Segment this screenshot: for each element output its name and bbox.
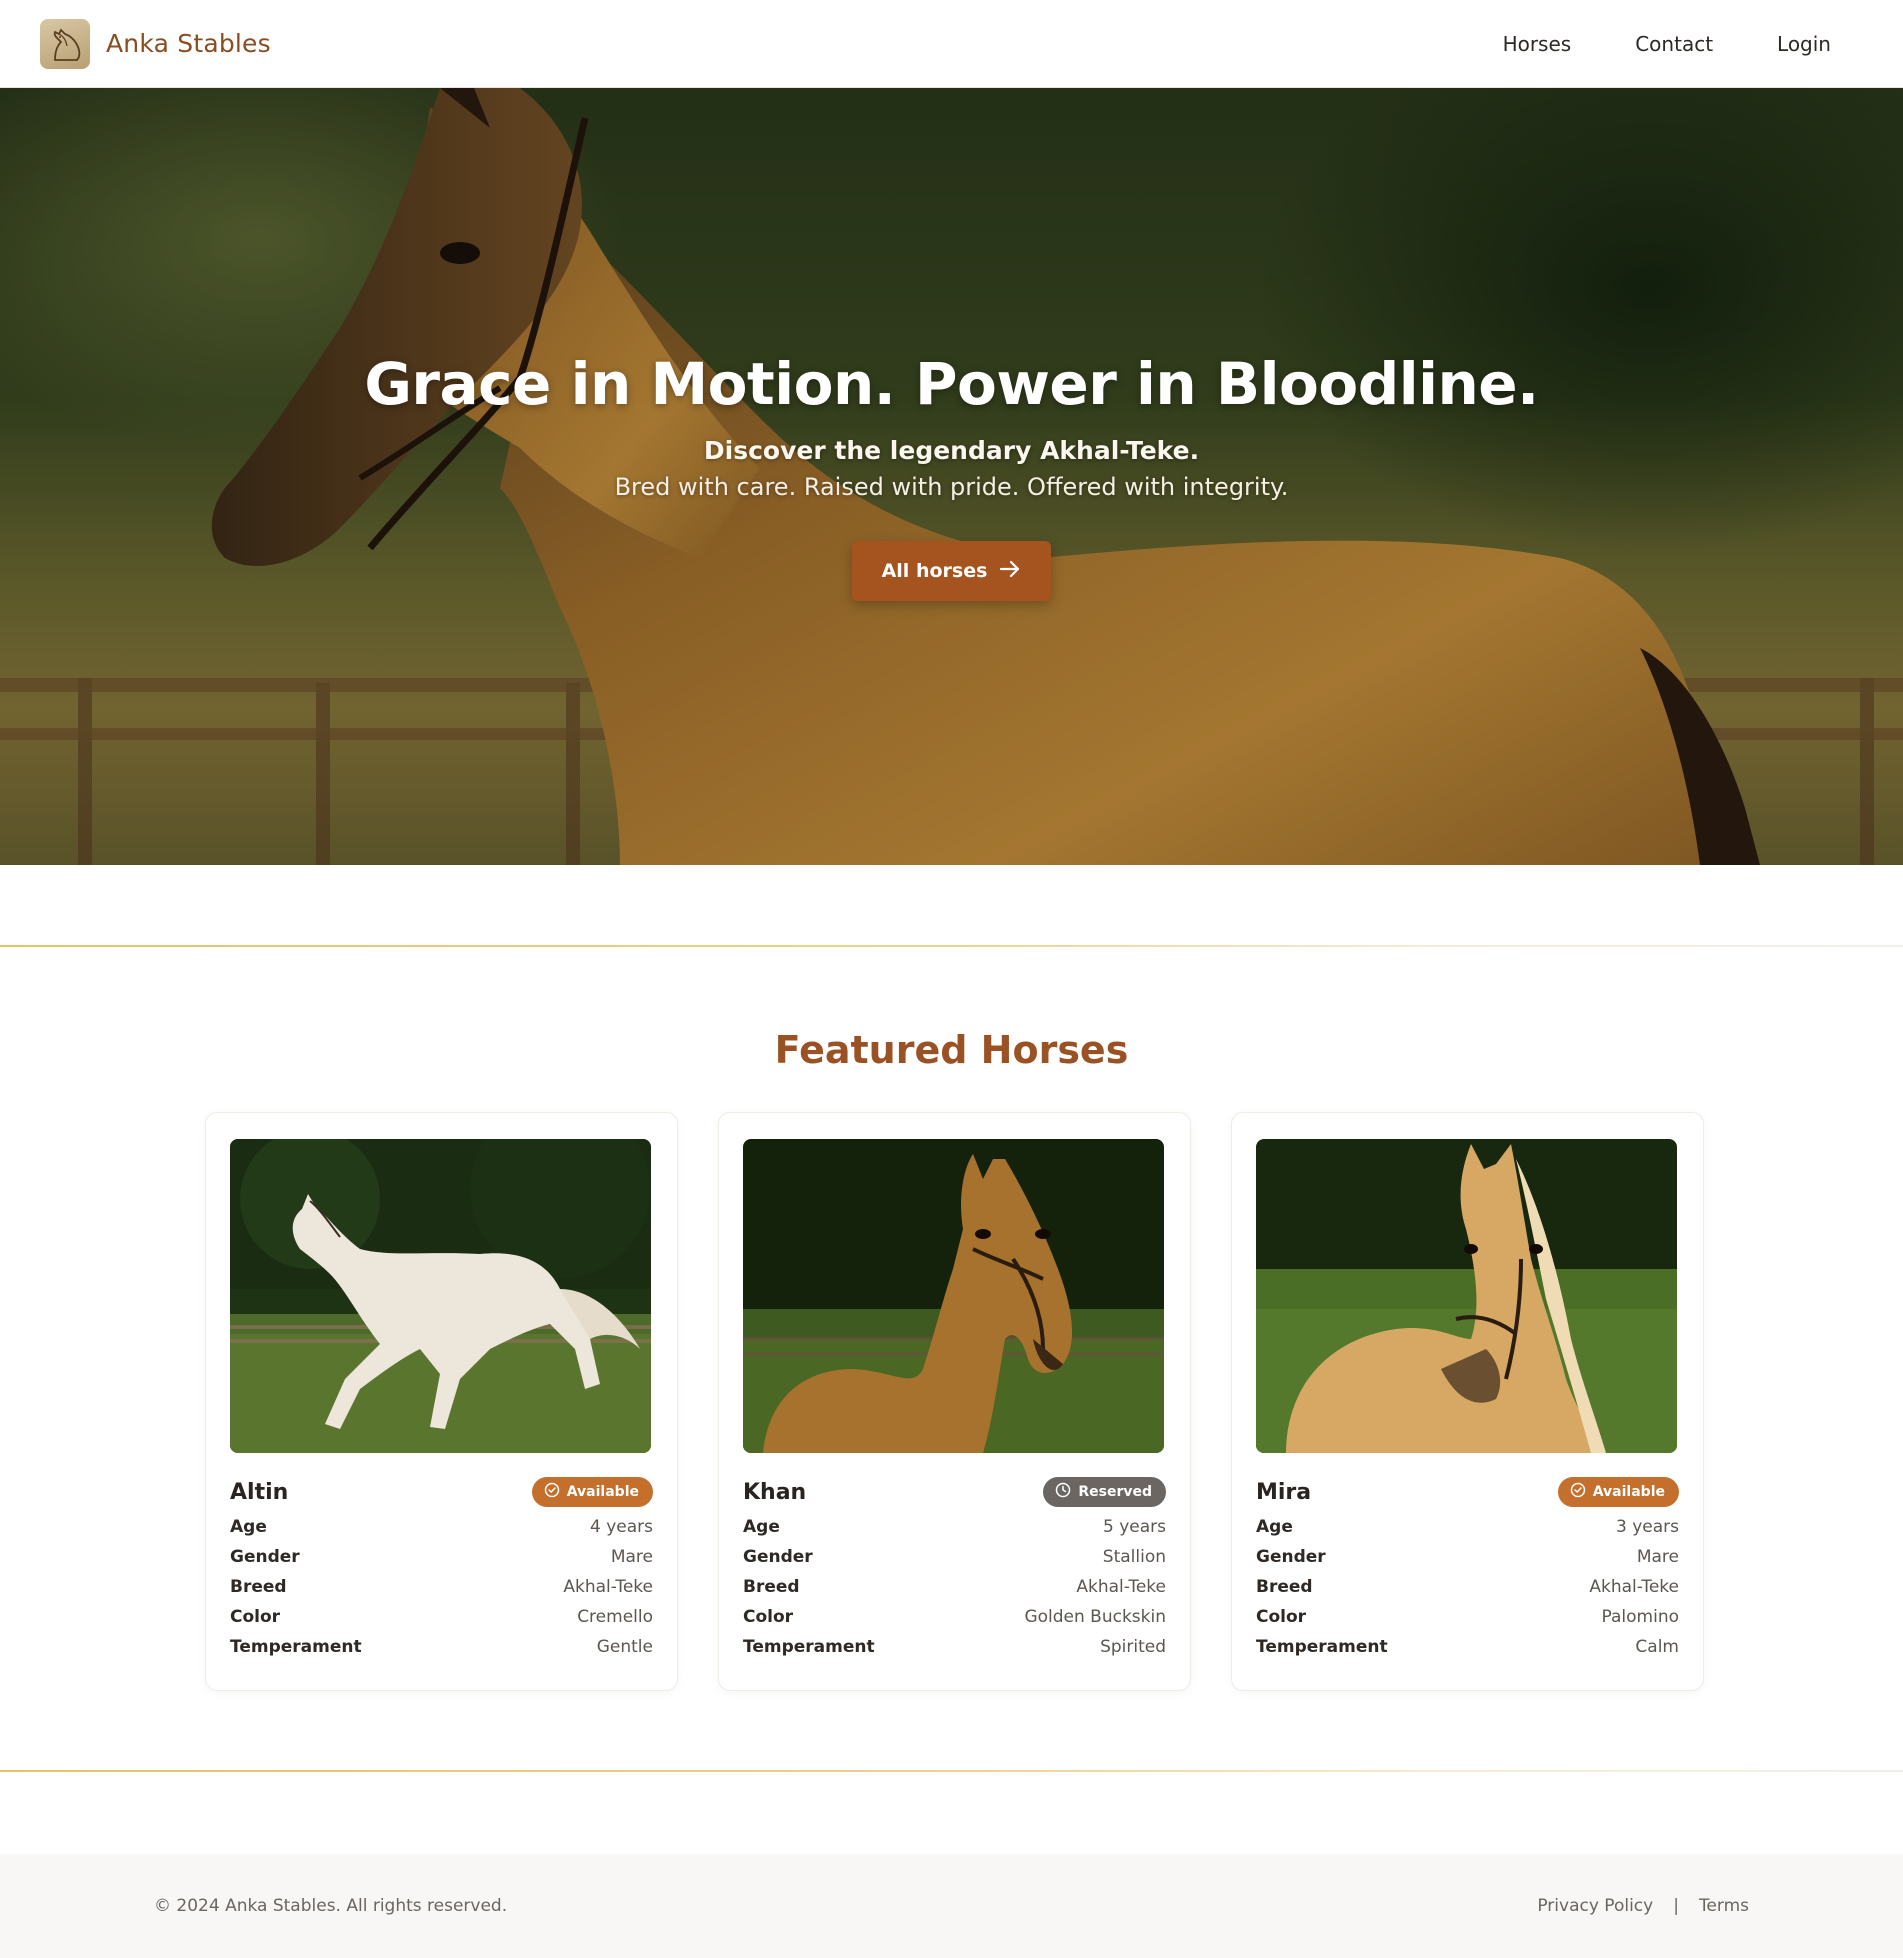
spec-label-breed: Breed	[230, 1577, 287, 1597]
brand[interactable]: Anka Stables	[40, 18, 271, 69]
spec-value-age: 5 years	[1102, 1517, 1166, 1537]
featured-title: Featured Horses	[774, 1028, 1129, 1072]
spec-value-breed: Akhal-Teke	[563, 1577, 653, 1597]
spec-value-temperament: Calm	[1635, 1637, 1679, 1657]
check-circle-icon	[1570, 1482, 1586, 1502]
spec-label-gender: Gender	[743, 1547, 813, 1567]
hero-tagline: Bred with care. Raised with pride. Offer…	[614, 473, 1289, 501]
hero-section: Grace in Motion. Power in Bloodline. Dis…	[0, 88, 1903, 865]
status-badge: Available	[531, 1477, 653, 1507]
nav-login[interactable]: Login	[1777, 32, 1831, 56]
spec-value-temperament: Spirited	[1100, 1637, 1166, 1657]
spec-value-age: 3 years	[1615, 1517, 1679, 1537]
spec-label-temperament: Temperament	[230, 1637, 362, 1657]
spec-value-temperament: Gentle	[596, 1637, 653, 1657]
spec-label-gender: Gender	[1256, 1547, 1326, 1567]
spec-value-gender: Mare	[1636, 1547, 1679, 1567]
horse-card-altin[interactable]: Altin Available Age 4 years Gender Mare Br…	[205, 1112, 678, 1691]
spec-label-temperament: Temperament	[743, 1637, 875, 1657]
brand-name: Anka Stables	[106, 29, 271, 58]
copyright: © 2024 Anka Stables. All rights reserved…	[154, 1896, 508, 1916]
arrow-right-icon	[999, 560, 1021, 583]
spec-label-age: Age	[743, 1517, 780, 1537]
check-circle-icon	[544, 1482, 560, 1502]
spec-label-color: Color	[230, 1607, 281, 1627]
status-label: Available	[1592, 1484, 1665, 1500]
footer-links: Privacy Policy | Terms	[1537, 1896, 1749, 1916]
footer-separator: |	[1673, 1896, 1679, 1916]
terms-link[interactable]: Terms	[1699, 1896, 1749, 1916]
all-horses-button[interactable]: All horses	[851, 541, 1052, 601]
status-badge: Available	[1557, 1477, 1679, 1507]
horse-photo	[1256, 1139, 1677, 1453]
spec-label-gender: Gender	[230, 1547, 300, 1567]
spec-value-color: Golden Buckskin	[1024, 1607, 1166, 1627]
horse-photo	[230, 1139, 651, 1453]
spec-value-breed: Akhal-Teke	[1076, 1577, 1166, 1597]
site-footer: © 2024 Anka Stables. All rights reserved…	[0, 1854, 1903, 1958]
all-horses-button-label: All horses	[881, 560, 988, 582]
spec-label-color: Color	[1256, 1607, 1307, 1627]
spec-label-age: Age	[1256, 1517, 1293, 1537]
horse-head-icon	[40, 18, 90, 69]
spec-value-age: 4 years	[589, 1517, 653, 1537]
nav-contact[interactable]: Contact	[1635, 32, 1713, 56]
spec-value-color: Cremello	[577, 1607, 653, 1627]
horse-name: Altin	[230, 1479, 289, 1505]
horse-name: Mira	[1256, 1479, 1312, 1505]
nav-horses[interactable]: Horses	[1503, 32, 1572, 56]
horse-card-mira[interactable]: Mira Available Age 3 years Gender Mare Bre…	[1231, 1112, 1704, 1691]
spec-label-temperament: Temperament	[1256, 1637, 1388, 1657]
status-label: Available	[566, 1484, 639, 1500]
spec-value-color: Palomino	[1601, 1607, 1680, 1627]
horse-photo	[743, 1139, 1164, 1453]
privacy-policy-link[interactable]: Privacy Policy	[1537, 1896, 1653, 1916]
status-badge: Reserved	[1043, 1477, 1166, 1507]
hero-subtitle: Discover the legendary Akhal-Teke.	[703, 436, 1200, 465]
status-label: Reserved	[1078, 1484, 1152, 1500]
main-nav: Horses Contact Login	[1503, 32, 1831, 56]
site-header: Anka Stables Horses Contact Login	[0, 0, 1903, 88]
spec-label-breed: Breed	[743, 1577, 800, 1597]
spec-value-gender: Stallion	[1102, 1547, 1166, 1567]
spec-label-breed: Breed	[1256, 1577, 1313, 1597]
clock-icon	[1055, 1482, 1071, 1502]
section-divider	[0, 945, 1903, 947]
spec-label-age: Age	[230, 1517, 267, 1537]
spec-value-breed: Akhal-Teke	[1589, 1577, 1679, 1597]
section-divider	[0, 1770, 1903, 1772]
hero-title: Grace in Motion. Power in Bloodline.	[364, 350, 1539, 418]
horse-name: Khan	[743, 1479, 807, 1505]
spec-label-color: Color	[743, 1607, 794, 1627]
spec-value-gender: Mare	[610, 1547, 653, 1567]
horse-card-khan[interactable]: Khan Reserved Age 5 years Gender Stallion …	[718, 1112, 1191, 1691]
